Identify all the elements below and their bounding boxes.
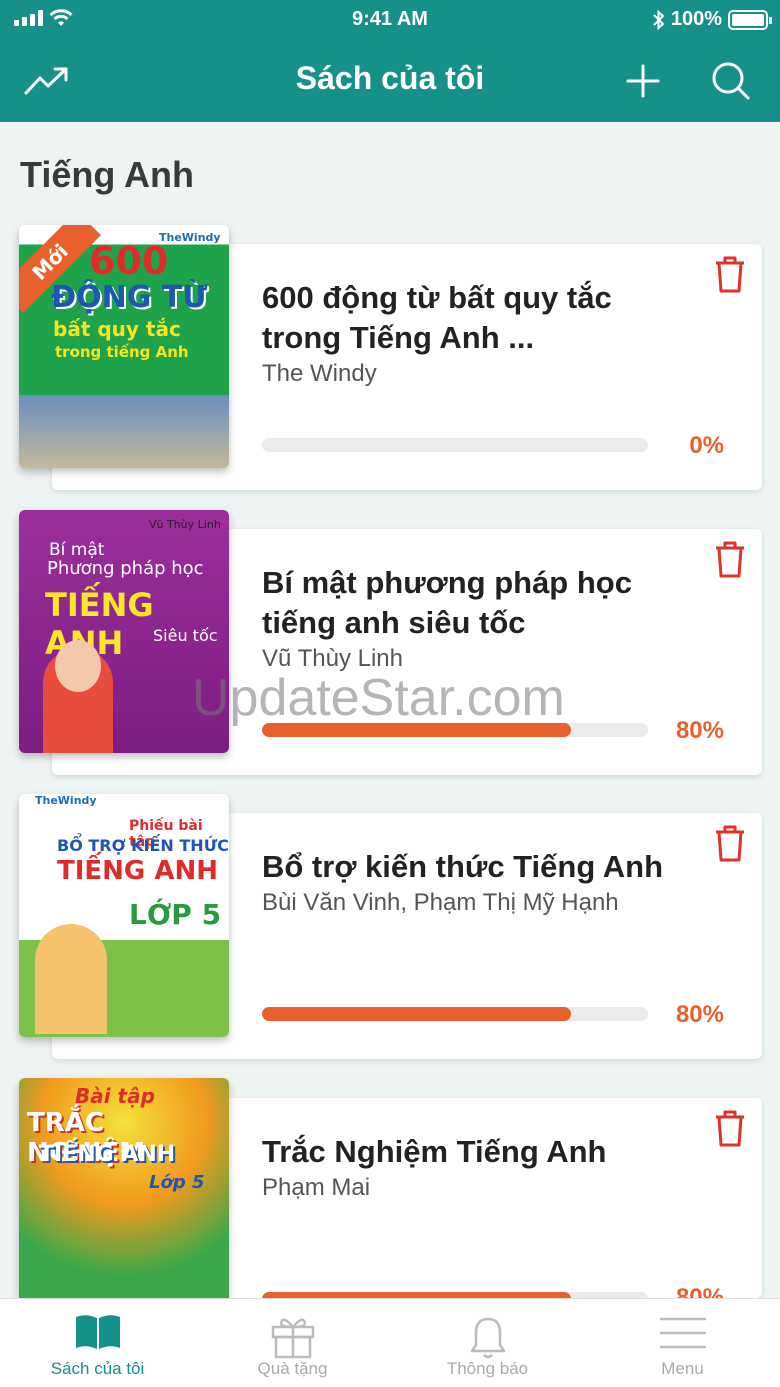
tab-notifications[interactable]: Thông báo: [390, 1299, 585, 1387]
tab-label: Menu: [661, 1359, 704, 1378]
bell-icon: [470, 1317, 505, 1359]
bluetooth-icon: [653, 9, 665, 30]
book-title: 600 động từ bất quy tắc trong Tiếng Anh …: [262, 280, 612, 355]
tab-gifts[interactable]: Quà tặng: [195, 1299, 390, 1387]
cover-face: [55, 640, 101, 692]
cover-line1: 600: [89, 239, 169, 283]
progress-percent: 0%: [689, 432, 724, 459]
gift-icon: [271, 1318, 314, 1359]
book-author: The Windy: [262, 360, 377, 387]
cover-line3: bất quy tắc: [53, 317, 181, 341]
book-author: Bùi Văn Vinh, Phạm Thị Mỹ Hạnh: [262, 889, 619, 916]
watermark: UpdateStar.com: [192, 669, 565, 727]
cover-line2: ĐỘNG TỪ: [51, 280, 208, 315]
reading-progress-bar: [262, 1007, 648, 1021]
tab-bar: Sách của tôi Quà tặng Thông báo Menu: [0, 1298, 780, 1387]
reading-progress-bar: [262, 438, 648, 452]
cover-line1: Bài tập: [75, 1084, 155, 1108]
tab-label: Quà tặng: [257, 1359, 328, 1378]
cover-illustration: [35, 924, 107, 1034]
tab-label: Thông báo: [446, 1359, 529, 1378]
new-badge-label: Mới: [27, 239, 73, 285]
tab-menu[interactable]: Menu: [585, 1299, 780, 1387]
trash-icon[interactable]: [712, 823, 748, 863]
cover-publisher: Vũ Thùy Linh: [149, 518, 221, 531]
cover-line4: Lớp 5: [149, 1172, 205, 1193]
cover-line3: TIẾNG ANH: [39, 1142, 176, 1167]
progress-fill: [262, 1007, 571, 1021]
search-icon: [712, 62, 750, 100]
tab-label: Sách của tôi: [50, 1359, 145, 1378]
cover-publisher: TheWindy: [35, 794, 97, 807]
status-bar: 9:41 AM 100%: [0, 0, 780, 40]
book-cover[interactable]: TheWindy 600 ĐỘNG TỪ bất quy tắc trong t…: [19, 225, 229, 468]
progress-percent: 80%: [675, 1001, 724, 1028]
trash-icon[interactable]: [712, 254, 748, 294]
cover-line4: LỚP 5: [129, 898, 222, 931]
search-button[interactable]: [708, 58, 754, 104]
menu-icon: [659, 1317, 706, 1349]
book-icon: [75, 1315, 120, 1349]
progress-percent: 80%: [675, 717, 724, 744]
section-title: Tiếng Anh: [20, 154, 194, 195]
cover-line2: Phương pháp học: [47, 558, 204, 579]
trash-icon[interactable]: [712, 539, 748, 579]
book-title: Bí mật phương pháp học tiếng anh siêu tố…: [262, 565, 632, 640]
book-title: Bổ trợ kiến thức Tiếng Anh: [262, 849, 664, 884]
cover-line1: Bí mật: [49, 540, 105, 560]
cover-line2: BỔ TRỢ KIẾN THỨC: [57, 836, 229, 855]
nav-bar: Sách của tôi: [0, 40, 780, 122]
top-bar: 9:41 AM 100% Sách của tôi: [0, 0, 780, 122]
battery-percent: 100%: [670, 8, 722, 30]
plus-icon: [626, 64, 660, 98]
cover-line3: TIẾNG ANH: [57, 856, 218, 886]
tab-my-books[interactable]: Sách của tôi: [0, 1299, 195, 1387]
book-title: Trắc Nghiệm Tiếng Anh: [262, 1134, 607, 1169]
book-cover[interactable]: TheWindy Phiếu bài tập BỔ TRỢ KIẾN THỨC …: [19, 794, 229, 1037]
battery-icon: [728, 9, 772, 30]
cover-line4: Siêu tốc: [153, 626, 218, 645]
book-author: Phạm Mai: [262, 1174, 371, 1201]
cover-line4: trong tiếng Anh: [55, 343, 189, 361]
trash-icon[interactable]: [712, 1108, 748, 1148]
add-button[interactable]: [620, 58, 666, 104]
book-cover[interactable]: Bài tập TRẮC NGHIỆM TIẾNG ANH Lớp 5: [19, 1078, 229, 1298]
